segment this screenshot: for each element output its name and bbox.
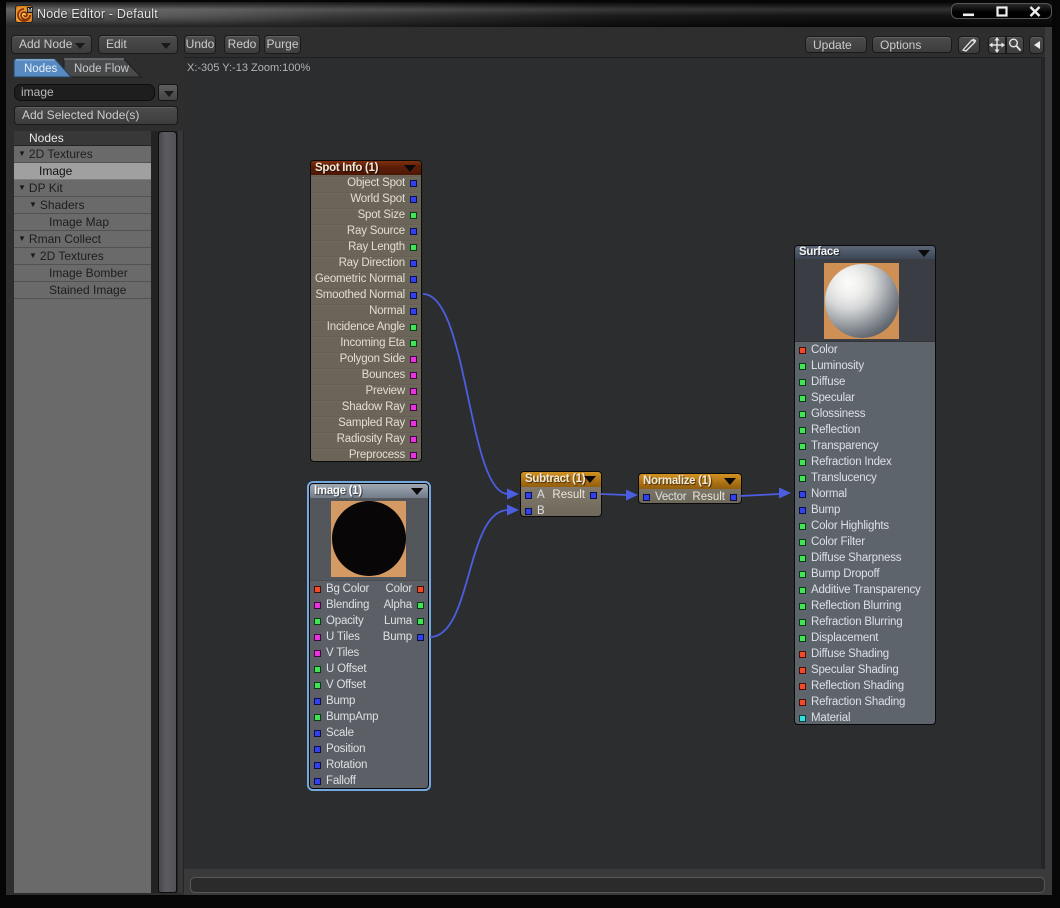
svg-text:Nodes: Nodes: [24, 63, 57, 75]
svg-text:M: M: [28, 8, 33, 14]
svg-text:Node Flow: Node Flow: [74, 63, 130, 75]
